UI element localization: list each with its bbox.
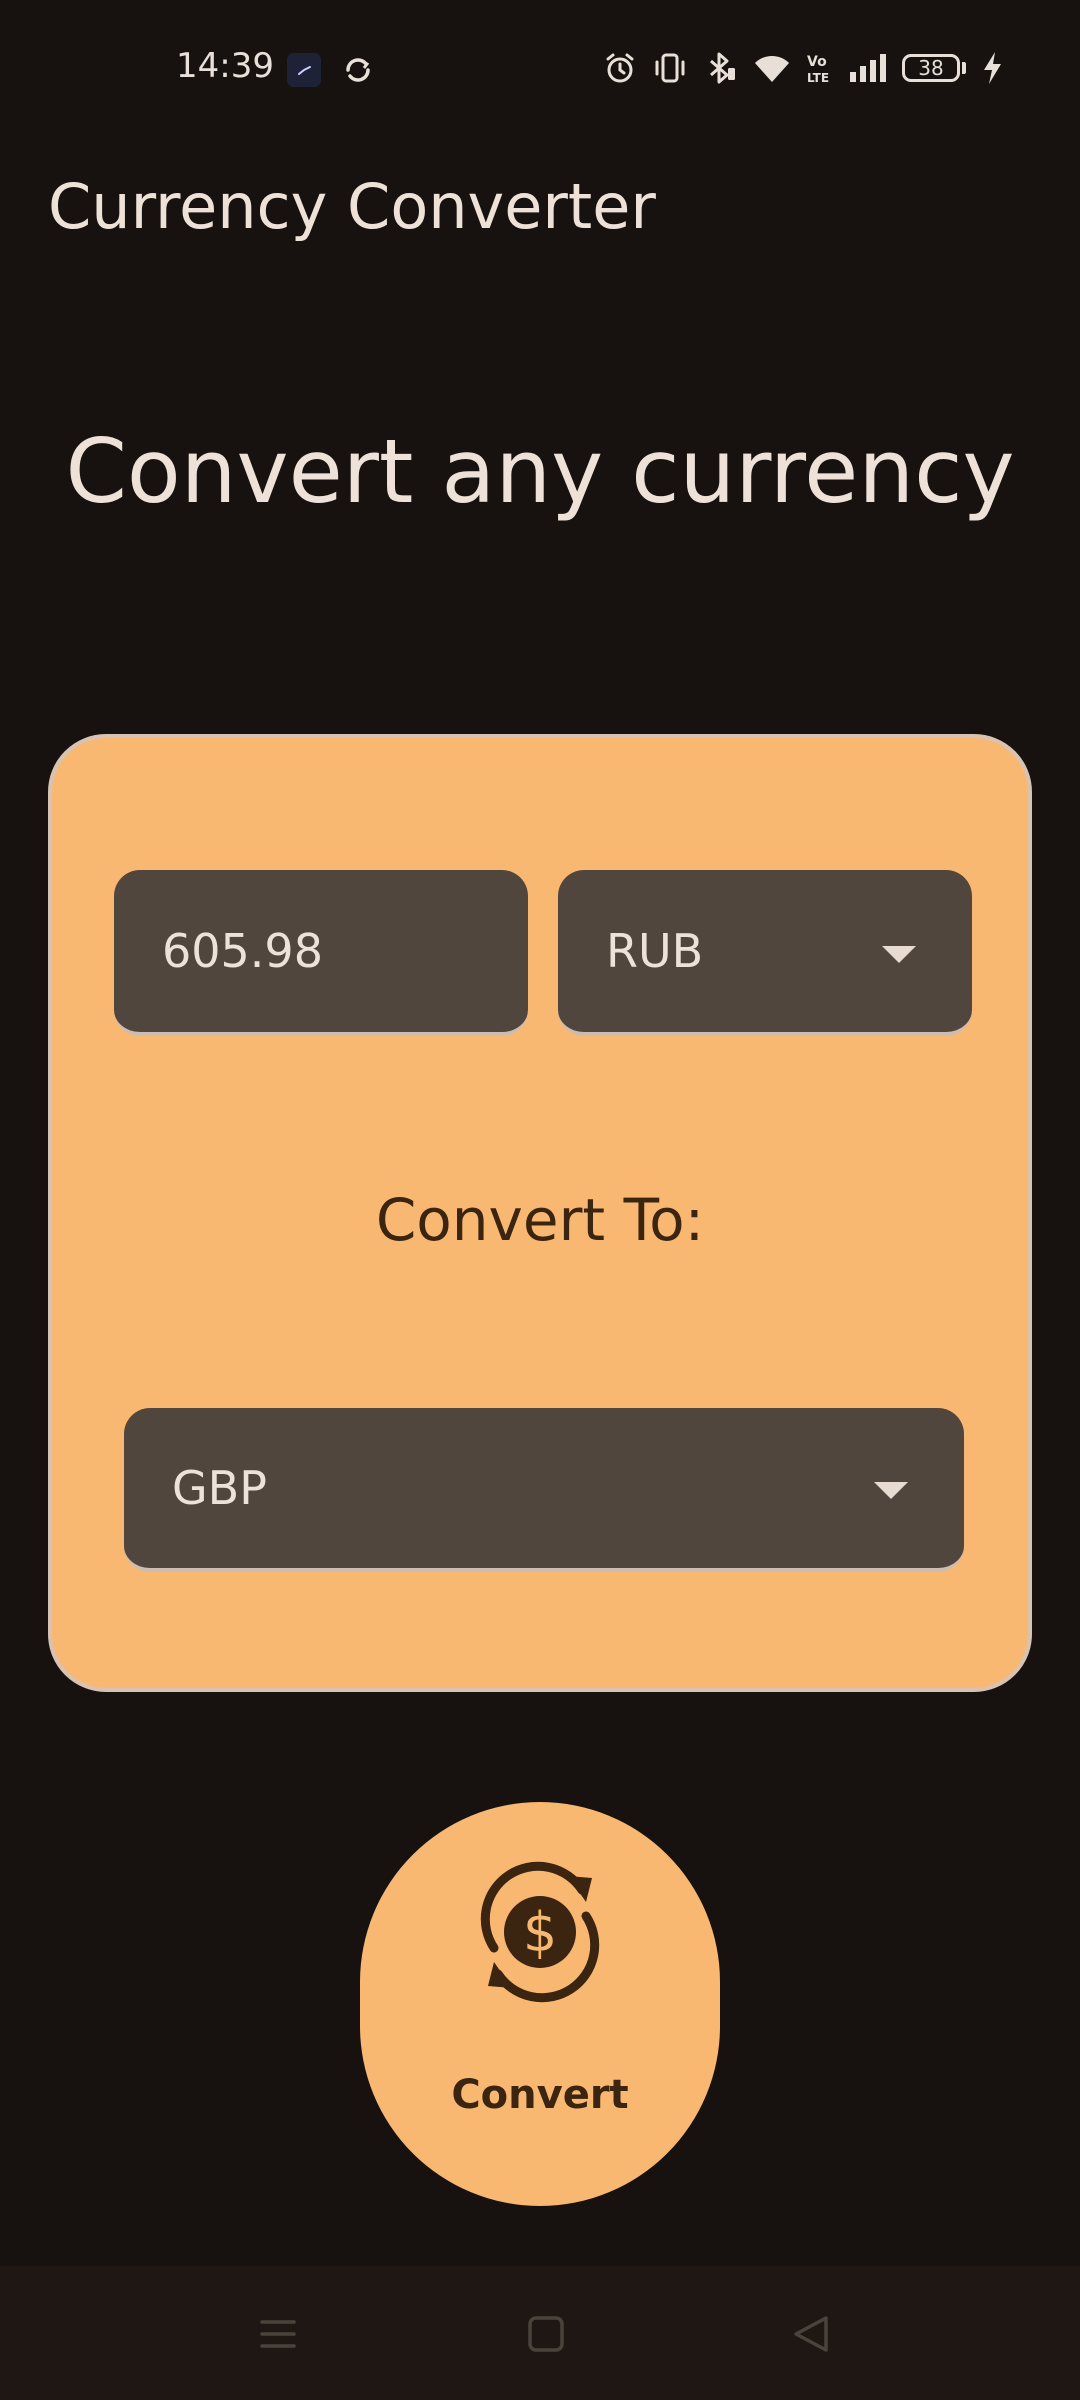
bluetooth-icon	[710, 52, 735, 84]
status-time: 14:39	[176, 46, 274, 86]
from-currency-dropdown[interactable]: RUB	[558, 870, 972, 1036]
sync-icon	[346, 58, 370, 82]
screen: 14:39 Vo LTE 38 Currency Converter Conve…	[0, 0, 1080, 2400]
currency-exchange-icon: $	[480, 1861, 600, 2003]
battery-level: 38	[902, 54, 960, 82]
converter-card: 605.98 RUB Convert To: GBP	[48, 734, 1032, 1692]
svg-text:LTE: LTE	[807, 71, 829, 85]
dropdown-arrow-icon	[882, 946, 916, 963]
menu-icon[interactable]	[256, 2312, 300, 2356]
wifi-icon	[755, 55, 789, 82]
convert-button[interactable]: $ Convert	[360, 1802, 720, 2206]
to-currency-value: GBP	[172, 1461, 267, 1515]
back-icon[interactable]	[790, 2312, 834, 2356]
status-left-icons	[286, 52, 376, 88]
charging-icon	[984, 52, 1001, 84]
amount-value: 605.98	[162, 924, 323, 978]
convert-button-label: Convert	[451, 2072, 629, 2118]
from-currency-value: RUB	[606, 924, 704, 978]
battery-tip	[962, 62, 966, 74]
vibrate-icon	[655, 53, 685, 83]
status-right-icons: Vo LTE 38	[602, 50, 1004, 86]
amount-input[interactable]: 605.98	[114, 870, 528, 1036]
signal-icon	[850, 54, 886, 82]
convert-to-label: Convert To:	[375, 1186, 705, 1254]
status-bar: 14:39 Vo LTE 38	[0, 0, 1080, 130]
volte-icon: Vo LTE	[807, 54, 829, 85]
navigation-bar	[0, 2266, 1080, 2400]
to-currency-dropdown[interactable]: GBP	[124, 1408, 964, 1572]
svg-text:Vo: Vo	[807, 54, 827, 70]
battery-icon: 38	[902, 54, 966, 82]
dropdown-arrow-icon	[874, 1482, 908, 1499]
app-title: Currency Converter	[48, 170, 656, 243]
home-icon[interactable]	[524, 2312, 568, 2356]
page-headline: Convert any currency	[65, 420, 1015, 523]
clock-app-icon	[287, 53, 321, 87]
alarm-icon	[606, 53, 634, 83]
svg-text:$: $	[523, 1901, 557, 1964]
